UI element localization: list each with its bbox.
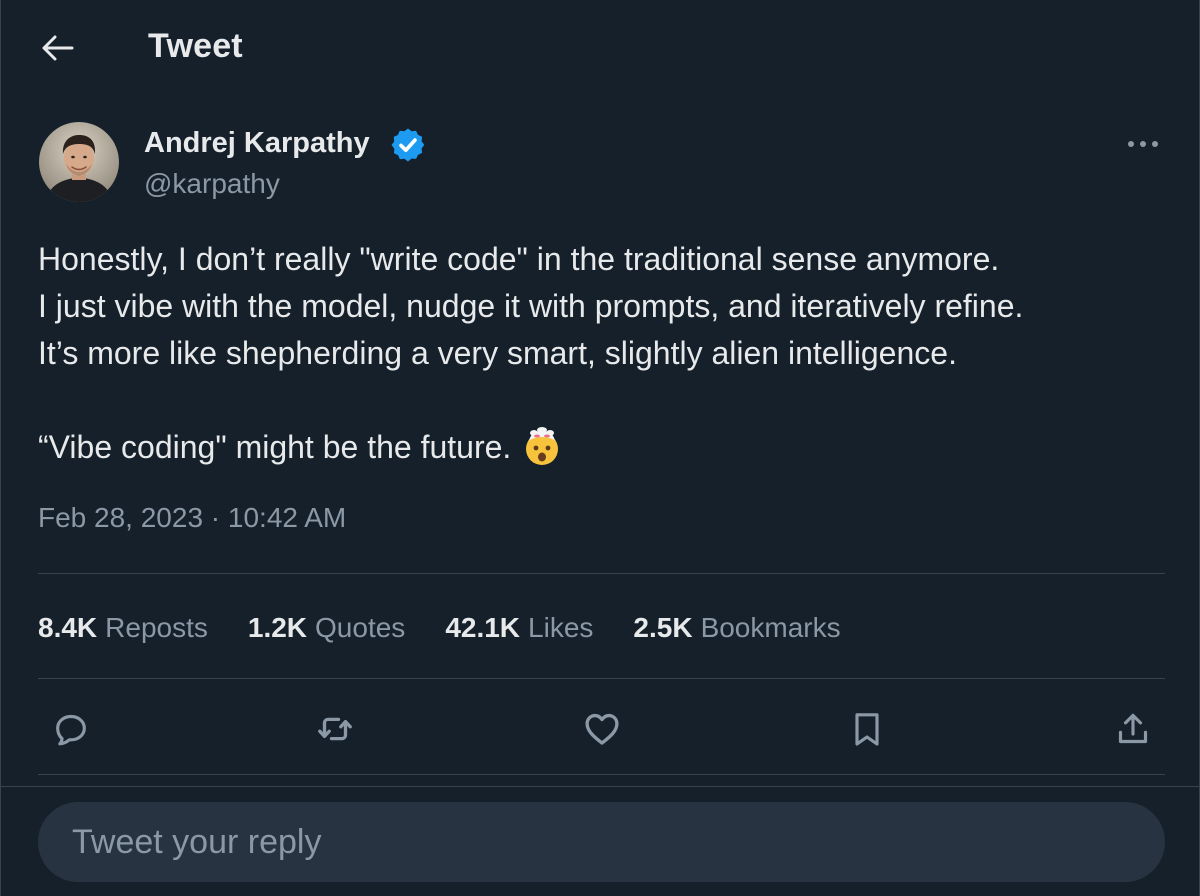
tweet-text: Honestly, I don’t really "write code" in…: [38, 236, 1178, 471]
tweet-page: Tweet Andrej Karpathy @karpathy Honestly…: [0, 0, 1200, 896]
stat-label: Likes: [528, 612, 594, 643]
retweet-button[interactable]: [311, 705, 359, 753]
exploding-head-emoji: [521, 425, 563, 467]
tweet-line: “Vibe coding" might be the future.: [38, 429, 512, 465]
more-horizontal-icon: [1128, 141, 1158, 147]
bookmark-button[interactable]: [843, 705, 891, 753]
arrow-left-icon: [42, 35, 74, 61]
stat-value: 42.1K: [445, 612, 521, 643]
more-options-button[interactable]: [1119, 128, 1167, 160]
stat-likes[interactable]: 42.1K Likes: [445, 612, 593, 644]
stat-label: Reposts: [105, 612, 208, 643]
tweet-line: I just vibe with the model, nudge it wit…: [38, 288, 1024, 324]
author-handle[interactable]: @karpathy: [144, 168, 280, 200]
verified-badge-icon: [389, 126, 427, 164]
tweet-line: It’s more like shepherding a very smart,…: [38, 335, 957, 371]
share-icon: [1118, 713, 1148, 744]
stat-label: Bookmarks: [700, 612, 841, 643]
page-title: Tweet: [148, 27, 243, 65]
author-name[interactable]: Andrej Karpathy: [144, 127, 370, 160]
tweet-line-last: “Vibe coding" might be the future.: [38, 424, 1178, 471]
divider: [38, 678, 1165, 679]
divider: [38, 573, 1165, 574]
avatar-image: [39, 122, 119, 202]
retweet-icon: [318, 717, 352, 741]
reply-button[interactable]: [47, 705, 95, 753]
stat-quotes[interactable]: 1.2K Quotes: [248, 612, 405, 644]
tweet-line: Honestly, I don’t really "write code" in…: [38, 241, 1000, 277]
stat-value: 1.2K: [247, 612, 308, 643]
tweet-timestamp[interactable]: Feb 28, 2023 · 10:42 AM: [38, 502, 346, 534]
stat-value: 2.5K: [633, 612, 693, 643]
stat-bookmarks[interactable]: 2.5K Bookmarks: [633, 612, 840, 644]
avatar[interactable]: [39, 122, 119, 202]
divider: [38, 774, 1165, 775]
stat-label: Quotes: [315, 612, 406, 643]
like-button[interactable]: [578, 705, 626, 753]
reply-separator: [1, 786, 1200, 787]
bookmark-icon: [855, 713, 879, 746]
engagement-stats: 8.4K Reposts 1.2K Quotes 42.1K Likes 2.5…: [38, 608, 881, 648]
stat-reposts[interactable]: 8.4K Reposts: [38, 612, 208, 644]
reply-icon: [56, 714, 86, 746]
page-header: Tweet: [1, 0, 1200, 100]
back-button[interactable]: [35, 28, 79, 68]
reply-input[interactable]: [38, 802, 1165, 882]
stat-value: 8.4K: [38, 612, 98, 643]
like-heart-icon: [585, 713, 619, 745]
share-button[interactable]: [1109, 705, 1157, 753]
